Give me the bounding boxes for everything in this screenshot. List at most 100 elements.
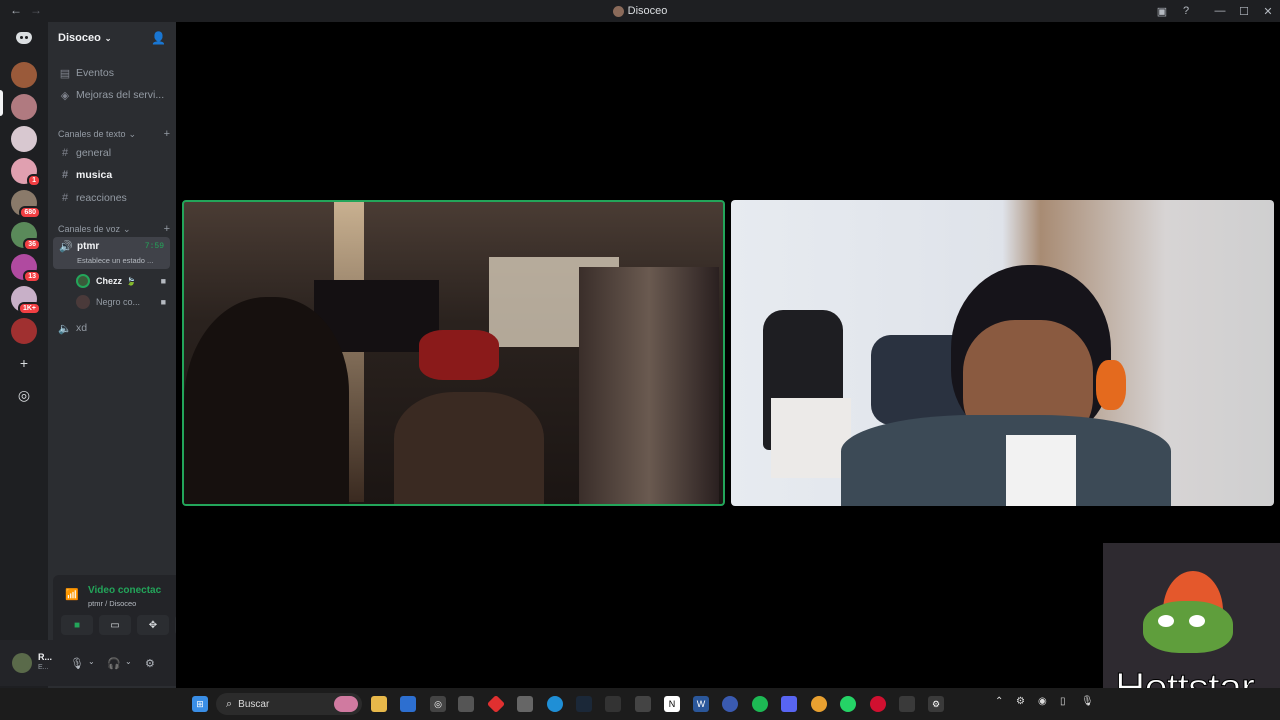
voice-timer: 7:59	[144, 242, 164, 251]
channel-label: musica	[76, 169, 113, 181]
server-icon[interactable]	[11, 62, 37, 88]
text-category-label: Canales de texto	[58, 129, 126, 139]
app-icon[interactable]	[899, 696, 915, 712]
store-icon[interactable]	[400, 696, 416, 712]
channel-general[interactable]: # general	[58, 144, 170, 162]
headphones-icon[interactable]: 🎧	[107, 657, 121, 670]
chevron-down-icon[interactable]: ⌄	[88, 657, 95, 666]
microphone-icon[interactable]: 🎙	[70, 657, 84, 670]
inbox-icon[interactable]: ▣	[1150, 5, 1174, 18]
window-title-text: Disoceo	[627, 5, 668, 17]
explore-icon[interactable]: ◎	[14, 385, 34, 405]
window-title: Disoceo	[0, 5, 1280, 17]
voice-status-text[interactable]: Establece un estado ...	[77, 256, 153, 265]
taskbar: ⊞ ⌕ Buscar ◎ N W ⚙ ⌃ ⚙ ◉ ▯ 🎙	[0, 688, 1280, 720]
server-icon[interactable]	[11, 126, 37, 152]
tray-icon[interactable]: ⚙	[1016, 696, 1025, 707]
server-icon[interactable]	[11, 318, 37, 344]
pepe-eye	[1158, 615, 1174, 627]
events-item[interactable]: ▤ Eventos	[58, 64, 170, 82]
whatsapp-icon[interactable]	[840, 696, 856, 712]
channel-reacciones[interactable]: # reacciones	[58, 189, 170, 207]
voice-connection-location[interactable]: ptmr / Disoceo	[88, 599, 136, 608]
text-category[interactable]: Canales de texto ⌄ +	[58, 127, 170, 141]
stream-overlay-text: Hottstar	[1114, 664, 1255, 688]
speaker-icon: 🔈	[58, 322, 72, 335]
calendar-icon[interactable]	[635, 696, 651, 712]
server-icon	[612, 5, 624, 17]
widget-icon[interactable]	[334, 696, 358, 712]
video-tile-speaking[interactable]	[182, 200, 725, 506]
background-drawers	[771, 398, 851, 478]
help-icon[interactable]: ?	[1174, 5, 1198, 17]
avatar[interactable]	[12, 653, 32, 673]
edge-icon[interactable]	[547, 696, 563, 712]
chrome-icon[interactable]	[811, 696, 827, 712]
invite-icon[interactable]: 👤	[151, 31, 166, 45]
server-icon[interactable]: 13	[11, 254, 41, 283]
username: R...	[38, 652, 53, 662]
close-icon[interactable]: ✕	[1256, 5, 1280, 18]
boost-icon: ◈	[60, 89, 70, 102]
person	[184, 297, 349, 504]
events-label: Eventos	[76, 67, 114, 79]
server-list: 1 680 36 13 1K+ + ◎	[0, 22, 48, 688]
add-channel-icon[interactable]: +	[164, 128, 170, 140]
channel-label: xd	[76, 322, 88, 334]
opera-icon[interactable]	[870, 696, 886, 712]
server-icon[interactable]: 1K+	[11, 286, 41, 315]
file-explorer-icon[interactable]	[371, 696, 387, 712]
server-icon[interactable]: 1	[11, 158, 41, 187]
mention-badge: 13	[23, 270, 41, 283]
voice-user[interactable]: Chezz 🍃 ■	[76, 272, 170, 290]
steelseries-icon[interactable]: ⚙	[928, 696, 944, 712]
tray-icon[interactable]: ◉	[1038, 696, 1047, 707]
voice-channel-xd[interactable]: 🔈 xd	[58, 319, 170, 337]
tray-icon[interactable]: ▯	[1060, 696, 1066, 707]
notion-icon[interactable]: N	[664, 696, 680, 712]
server-icon-disoceo[interactable]	[11, 94, 37, 120]
camera-button[interactable]: ■	[61, 615, 93, 635]
selected-indicator	[0, 90, 3, 116]
channel-musica[interactable]: # musica	[58, 166, 170, 184]
hash-icon: #	[61, 147, 69, 159]
minimize-icon[interactable]: —	[1208, 5, 1232, 17]
voice-channel-ptmr[interactable]: 🔊 ptmr 7:59 Establece un estado ...	[53, 237, 170, 269]
chevron-down-icon[interactable]: ⌄	[125, 657, 132, 666]
gear-icon[interactable]: ⚙	[145, 657, 155, 670]
home-button[interactable]	[11, 28, 37, 48]
discord-icon[interactable]	[781, 696, 797, 712]
microphone-icon[interactable]: 🎙	[1081, 696, 1094, 707]
notepad-icon[interactable]	[517, 696, 533, 712]
maximize-icon[interactable]: ☐	[1232, 5, 1256, 18]
user-panel: R... E... 🎙 ⌄ 🎧 ⌄ ⚙	[0, 640, 176, 686]
search-placeholder: Buscar	[238, 698, 270, 710]
spotify-icon[interactable]	[752, 696, 768, 712]
snipping-icon[interactable]	[458, 696, 474, 712]
background-clothes	[579, 267, 719, 504]
activities-button[interactable]: ✥	[137, 615, 169, 635]
voice-connection-status[interactable]: Video conectac	[88, 585, 161, 596]
steelseries-icon[interactable]: ◎	[430, 696, 446, 712]
app-icon[interactable]	[722, 696, 738, 712]
steam-icon[interactable]	[576, 696, 592, 712]
chevron-up-icon[interactable]: ⌃	[995, 696, 1003, 707]
screen-share-button[interactable]: ▭	[99, 615, 131, 635]
voice-category[interactable]: Canales de voz ⌄ +	[58, 222, 170, 236]
stream-overlay[interactable]: Hottstar	[1103, 543, 1280, 688]
voice-channel-name: ptmr	[77, 241, 100, 252]
server-icon[interactable]: 36	[11, 222, 41, 251]
app-icon[interactable]	[486, 694, 506, 714]
windows-start-icon[interactable]: ⊞	[192, 696, 208, 712]
video-tile[interactable]	[731, 200, 1274, 506]
boost-item[interactable]: ◈ Mejoras del servi...	[58, 86, 170, 104]
background-chair	[419, 330, 499, 380]
word-icon[interactable]: W	[693, 696, 709, 712]
server-header[interactable]: Disoceo ⌄ 👤	[48, 22, 176, 54]
user-status: E...	[38, 664, 49, 671]
voice-user[interactable]: Negro co... ■	[76, 293, 170, 311]
add-channel-icon[interactable]: +	[164, 223, 170, 235]
add-server-icon[interactable]: +	[14, 353, 34, 373]
app-icon[interactable]	[605, 696, 621, 712]
server-icon[interactable]: 680	[11, 190, 41, 219]
